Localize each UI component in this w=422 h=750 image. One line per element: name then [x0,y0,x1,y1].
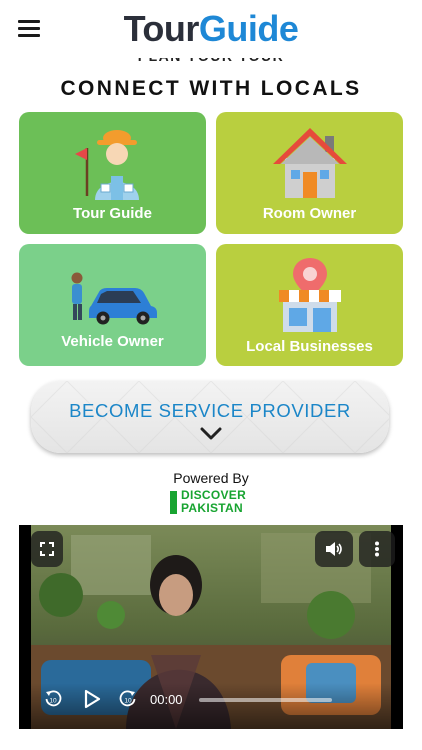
become-service-provider-button[interactable]: BECOME SERVICE PROVIDER [31,381,389,453]
logo-tour-text: Tour [123,8,200,49]
tour-guide-person-icon [74,130,139,200]
shop-location-icon [278,258,341,332]
card-room-owner[interactable]: Room Owner [216,112,403,234]
discover-pakistan-logo: DISCOVER PAKISTAN [170,489,252,519]
volume-icon [326,542,342,556]
video-time: 00:00 [150,692,183,707]
app-logo: TourGuide [0,8,422,50]
rewind-10-icon[interactable]: 10 [43,689,63,709]
card-vehicle-owner-label: Vehicle Owner [61,333,164,350]
svg-text:10: 10 [49,698,57,705]
powered-by-label: Powered By [173,470,249,486]
card-room-owner-label: Room Owner [262,205,357,222]
house-icon [272,128,347,198]
become-service-provider-label: BECOME SERVICE PROVIDER [69,400,351,421]
video-player[interactable]: 10 10 00:00 [19,525,403,729]
play-icon[interactable] [83,689,101,709]
card-local-businesses[interactable]: Local Businesses [216,244,403,366]
car-owner-icon [71,272,157,325]
more-vertical-icon [375,541,379,557]
card-local-businesses-label: Local Businesses [246,338,373,355]
forward-10-icon[interactable]: 10 [118,689,138,709]
volume-button[interactable] [315,531,353,567]
card-vehicle-owner[interactable]: Vehicle Owner [19,244,206,366]
card-tour-guide[interactable]: Tour Guide [19,112,206,234]
video-progress-bar[interactable] [199,698,332,702]
more-options-button[interactable] [359,531,395,567]
card-tour-guide-label: Tour Guide [73,205,152,222]
discover-pakistan-bar [170,491,177,514]
discover-pakistan-text: DISCOVER PAKISTAN [181,488,247,515]
fullscreen-button[interactable] [31,531,63,567]
svg-text:10: 10 [124,698,132,705]
chevron-down-icon [200,427,222,440]
fullscreen-icon [40,542,54,556]
app-header: TourGuide [0,0,422,58]
logo-guide-text: Guide [198,8,299,49]
connect-with-locals-title: CONNECT WITH LOCALS [60,77,362,100]
